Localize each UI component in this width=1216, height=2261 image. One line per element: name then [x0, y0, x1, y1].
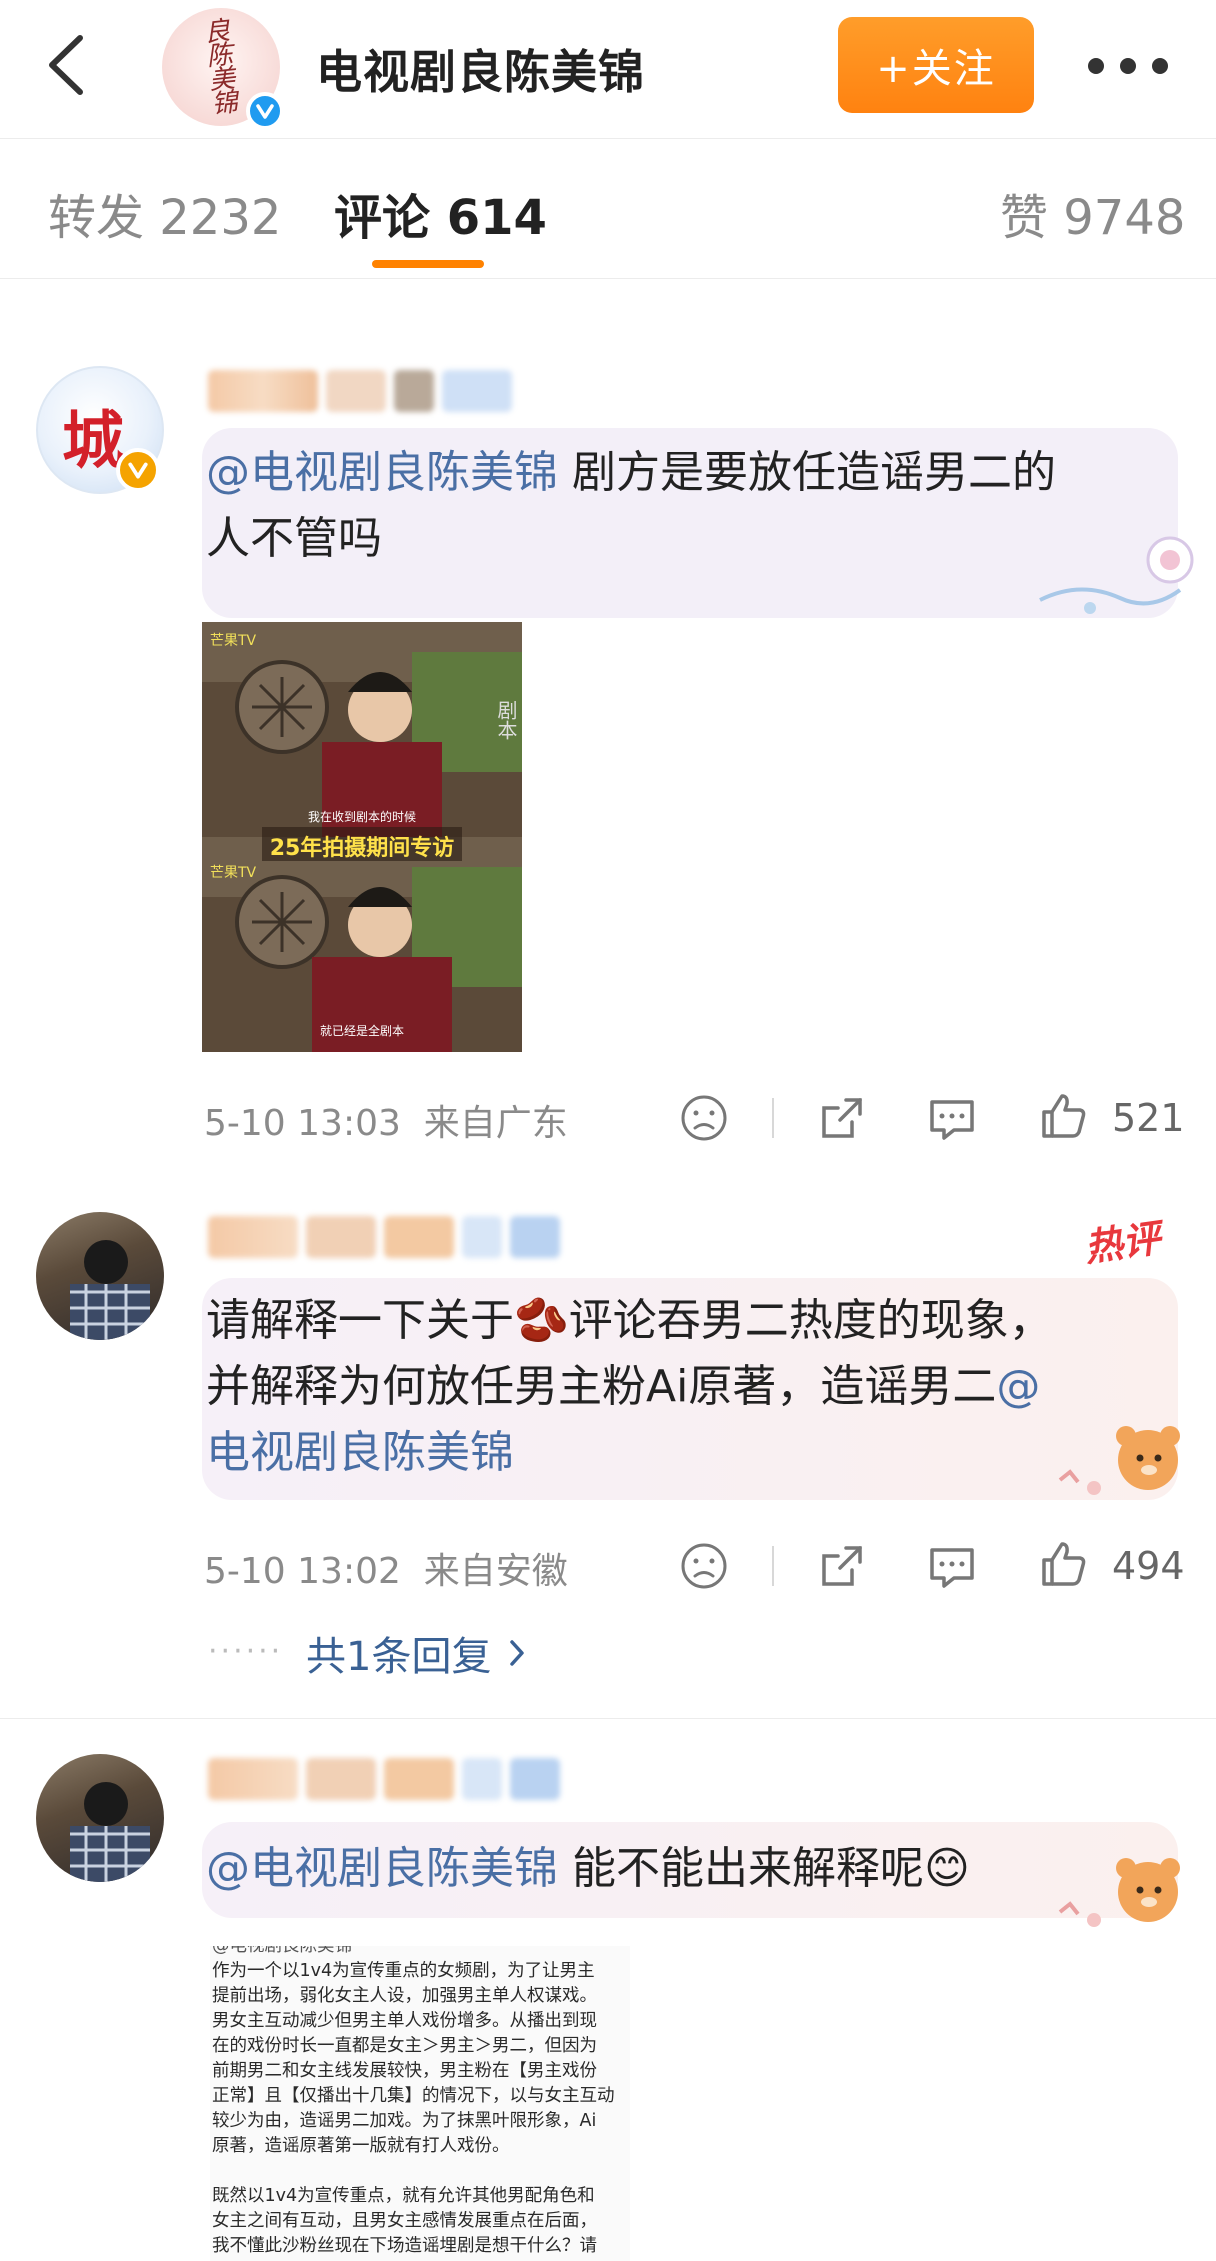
hot-comment-badge: 热评 [1081, 1215, 1164, 1271]
dislike-icon[interactable] [678, 1540, 730, 1592]
video-banner: 25年拍摄期间专访 [269, 836, 455, 861]
like-count: 494 [1112, 1544, 1185, 1588]
blurred-username [208, 1216, 568, 1258]
blurred-username [208, 1758, 568, 1800]
account-name[interactable]: 电视剧良陈美锦 [316, 36, 645, 102]
attached-text-image[interactable]: @电视剧良陈美锦作为一个以1v4为宣传重点的女频剧，为了让男主 提前出场，弱化女主… [210, 1946, 630, 2261]
video-side-text: 剧本 [494, 700, 518, 740]
avatar-logo-glyph: 锦 [210, 87, 240, 121]
follow-button[interactable]: +关注 [838, 17, 1034, 113]
like-count: 521 [1112, 1096, 1185, 1140]
mention-link[interactable]: 电视剧良陈美锦 [206, 1427, 514, 1478]
like-icon[interactable] [1038, 1090, 1090, 1142]
commenter-avatar[interactable] [36, 1212, 164, 1340]
attached-text-line: 较少为由，造谣男二加戏。为了抹黑叶限形象，Ai [212, 2111, 597, 2131]
action-divider [772, 1098, 774, 1138]
comment-text: 请解释一下关于🫘评论吞男二热度的现象， 并解释为何放任男主粉Ai原著，造谣男二@… [206, 1295, 1053, 1478]
active-tab-indicator [372, 260, 484, 268]
action-divider [772, 1546, 774, 1586]
more-icon[interactable] [1088, 56, 1168, 76]
blurred-username [208, 370, 528, 412]
comment-divider [0, 1718, 1216, 1719]
account-avatar[interactable]: 良陈美锦 [162, 8, 284, 130]
reply-divider: ······ [208, 1634, 284, 1669]
commenter-avatar[interactable] [36, 1754, 164, 1882]
attached-text-line [212, 2159, 615, 2184]
share-icon[interactable] [816, 1540, 868, 1592]
chevron-right-icon [510, 1640, 525, 1666]
attached-text-line: 在的戏份时长一直都是女主＞男主＞男二，但因为 [212, 2036, 597, 2056]
attached-text-lines: @电视剧良陈美锦作为一个以1v4为宣传重点的女频剧，为了让男主 提前出场，弱化女主… [212, 1946, 615, 2259]
bear-decoration-icon [1058, 1858, 1180, 1927]
verified-icon [116, 448, 160, 492]
tab-bar: 转发 2232 评论 614 赞 9748 [0, 138, 1216, 279]
tab-reposts[interactable]: 转发 2232 [48, 178, 281, 248]
mention-link[interactable]: @电视剧良陈美锦 [206, 447, 558, 498]
comment-text: @电视剧良陈美锦 剧方是要放任造谣男二的 人不管吗 [206, 447, 1056, 564]
top-bar: 良陈美锦 电视剧良陈美锦 +关注 [0, 0, 1216, 139]
view-replies-link[interactable]: 共1条回复 [306, 1624, 527, 1682]
mention-link[interactable]: @电视剧良陈美锦 [206, 1843, 558, 1894]
verified-icon [246, 92, 284, 130]
video-caption: 就已经是全剧本 [319, 1024, 404, 1038]
like-icon[interactable] [1038, 1538, 1090, 1590]
tab-comments[interactable]: 评论 614 [334, 178, 547, 248]
attached-text-line: 我不懂此沙粉丝现在下场造谣埋剧是想干什么？请 [212, 2236, 597, 2256]
share-icon[interactable] [816, 1092, 868, 1144]
video-watermark: 芒果TV [210, 633, 257, 649]
attached-text-line: 原著，造谣原著第一版就有打人戏份。 [212, 2136, 510, 2156]
video-caption: 我在收到剧本的时候 [307, 810, 416, 824]
attached-text-line: 男女主互动减少但男主单人戏份增多。从播出到现 [212, 2011, 597, 2031]
attached-text-line: 既然以1v4为宣传重点，就有允许其他男配角色和 [212, 2186, 595, 2206]
mention-link[interactable]: @ [996, 1361, 1040, 1412]
comment-time: 5-10 13:03 来自广东 [204, 1103, 568, 1144]
avatar-char: 城 [62, 404, 125, 477]
bear-decoration-icon [1058, 1426, 1180, 1495]
attached-text-line: @电视剧良陈美锦 [212, 1946, 352, 1956]
comment-icon[interactable] [926, 1540, 978, 1592]
attached-text-line: 作为一个以1v4为宣传重点的女频剧，为了让男主 [212, 1961, 595, 1981]
back-icon[interactable] [42, 34, 92, 96]
attached-text-line: 提前出场，弱化女主人设，加强男主单人权谋戏。 [212, 1986, 597, 2006]
video-thumbnail[interactable]: 芒果TV 剧本 我在收到剧本的时候 25年拍摄期间专访 芒果TV 就已经是全剧本 [202, 622, 522, 1052]
dislike-icon[interactable] [678, 1092, 730, 1144]
comment-item: 城 @电视剧良陈美锦 剧方是要放任造谣男二的 人不管吗 [0, 330, 1216, 1170]
bubble-decoration-icon [1039, 536, 1194, 614]
attached-text-line: 女主之间有互动，且男女主感情发展重点在后面， [212, 2211, 597, 2231]
comment-time: 5-10 13:02 来自安徽 [204, 1551, 568, 1592]
tab-likes[interactable]: 赞 9748 [1000, 178, 1185, 248]
comment-icon[interactable] [926, 1092, 978, 1144]
video-watermark: 芒果TV [210, 865, 257, 881]
attached-text-line: 正常】且【仅播出十几集】的情况下，以与女主互动 [212, 2086, 615, 2106]
attached-text-line: 前期男二和女主线发展较快，男主粉在【男主戏份 [212, 2061, 597, 2081]
comment-text: @电视剧良陈美锦 能不能出来解释呢😊 [206, 1843, 970, 1894]
